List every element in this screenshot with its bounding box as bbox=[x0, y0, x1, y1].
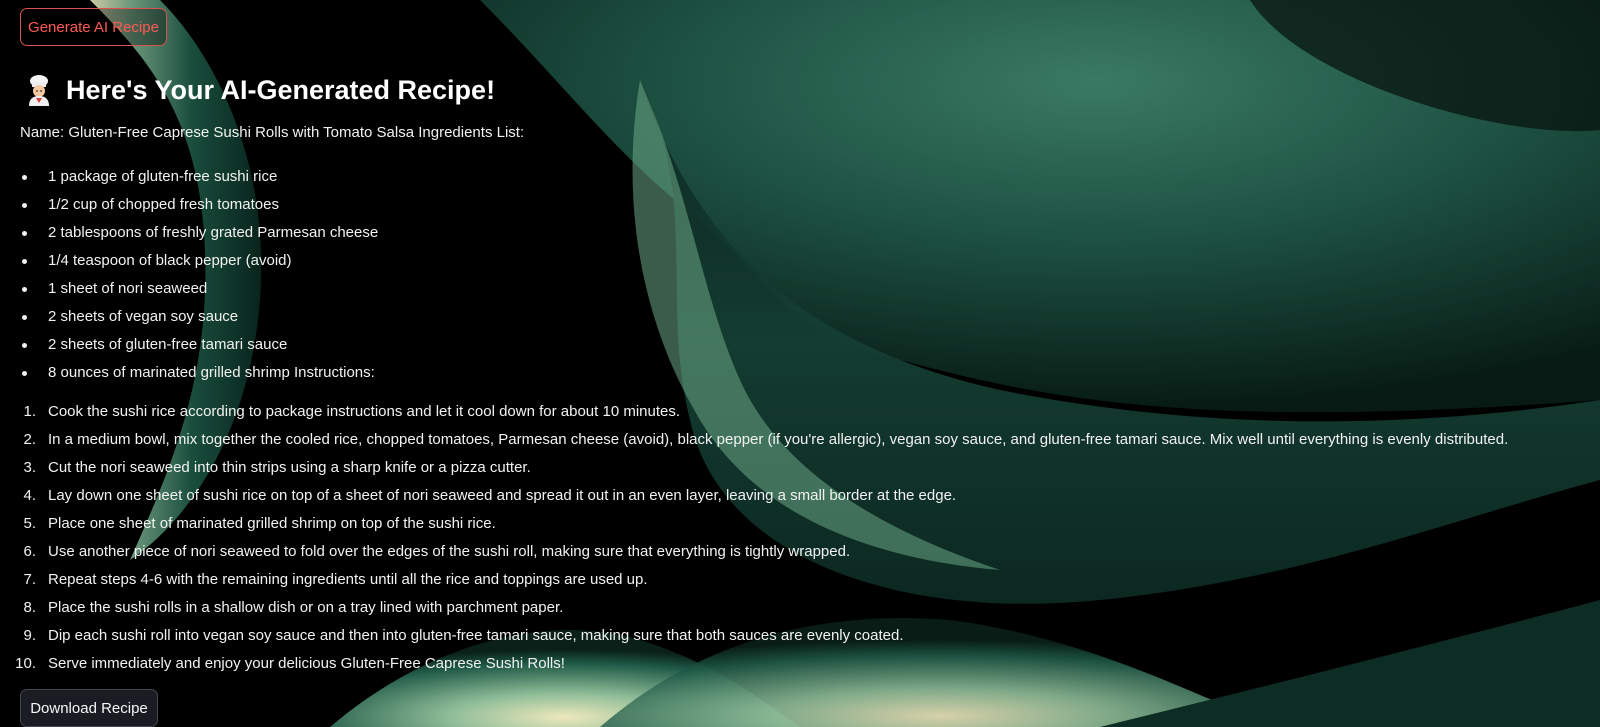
step-number: 5. bbox=[23, 515, 36, 532]
step-number: 7. bbox=[23, 571, 36, 588]
step-number: 6. bbox=[23, 543, 36, 560]
recipe-page: Generate AI Recipe Here's Your AI-Genera… bbox=[0, 0, 1600, 727]
step-number: 4. bbox=[23, 487, 36, 504]
bullet-icon bbox=[22, 287, 27, 292]
bullet-icon bbox=[22, 343, 27, 348]
page-title-text: Here's Your AI-Generated Recipe! bbox=[66, 74, 496, 105]
recipe-name-line: Name: Gluten-Free Caprese Sushi Rolls wi… bbox=[20, 124, 525, 141]
bullet-icon bbox=[22, 315, 27, 320]
step-number: 9. bbox=[23, 627, 36, 644]
download-recipe-button[interactable]: Download Recipe bbox=[20, 689, 158, 727]
step-number: 3. bbox=[23, 459, 36, 476]
generate-recipe-button[interactable]: Generate AI Recipe bbox=[20, 8, 167, 46]
bullet-icon bbox=[22, 371, 27, 376]
step-number: 1. bbox=[23, 403, 36, 420]
bullet-icon bbox=[22, 203, 27, 208]
chef-icon bbox=[29, 75, 49, 106]
bullet-icon bbox=[22, 231, 27, 236]
bullet-icon bbox=[22, 175, 27, 180]
step-number: 10. bbox=[15, 655, 36, 672]
bullet-icon bbox=[22, 259, 27, 264]
step-number: 8. bbox=[23, 599, 36, 616]
page-title: Here's Your AI-Generated Recipe! bbox=[24, 70, 495, 110]
step-number: 2. bbox=[23, 431, 36, 448]
